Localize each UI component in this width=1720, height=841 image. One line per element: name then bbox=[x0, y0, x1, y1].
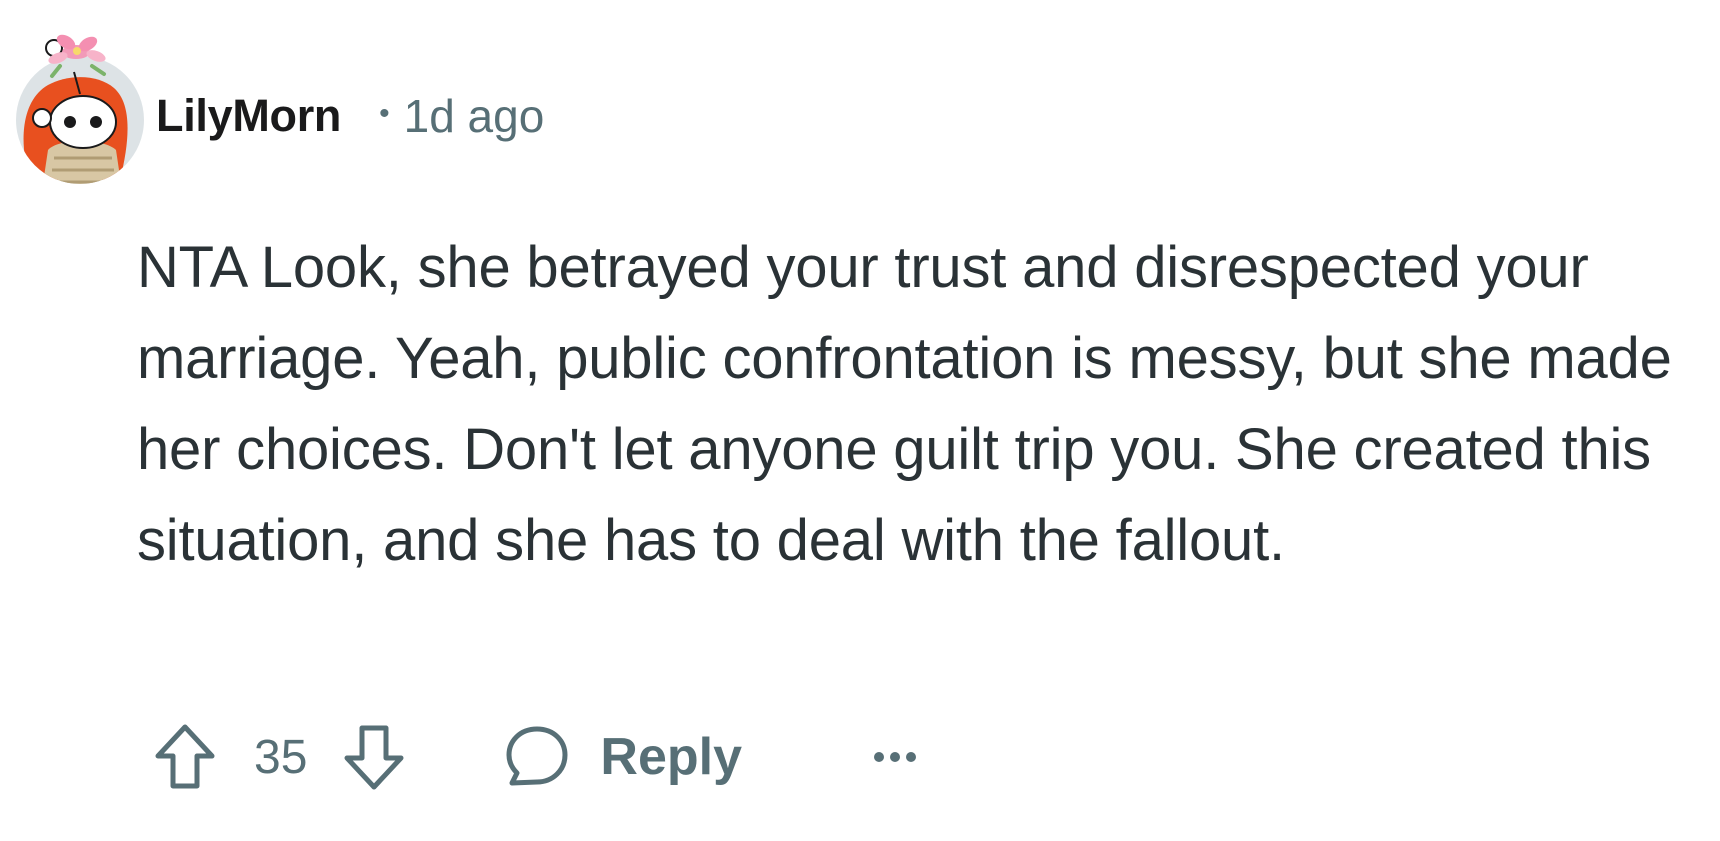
comment-action-bar: 35 Reply bbox=[150, 712, 918, 802]
author-name[interactable]: LilyMorn bbox=[156, 90, 341, 142]
arrow-down-icon bbox=[344, 725, 404, 790]
comment: LilyMorn • 1d ago NTA Look, she betrayed… bbox=[0, 0, 1720, 841]
downvote-button[interactable] bbox=[339, 719, 409, 795]
upvote-button[interactable] bbox=[150, 719, 220, 795]
avatar[interactable] bbox=[8, 30, 153, 185]
comment-header: LilyMorn • 1d ago bbox=[156, 86, 544, 146]
reply-label: Reply bbox=[600, 728, 742, 786]
speech-bubble-icon bbox=[506, 726, 568, 786]
snoo-avatar-icon bbox=[16, 34, 144, 184]
comment-timestamp[interactable]: 1d ago bbox=[404, 89, 545, 143]
arrow-up-icon bbox=[155, 724, 215, 789]
vote-score: 35 bbox=[254, 730, 308, 784]
comment-body: NTA Look, she betrayed your trust and di… bbox=[137, 235, 1672, 573]
reply-button[interactable]: Reply bbox=[504, 724, 742, 790]
ellipsis-icon bbox=[874, 752, 916, 762]
more-options-button[interactable] bbox=[872, 747, 918, 767]
meta-separator: • bbox=[379, 97, 390, 130]
